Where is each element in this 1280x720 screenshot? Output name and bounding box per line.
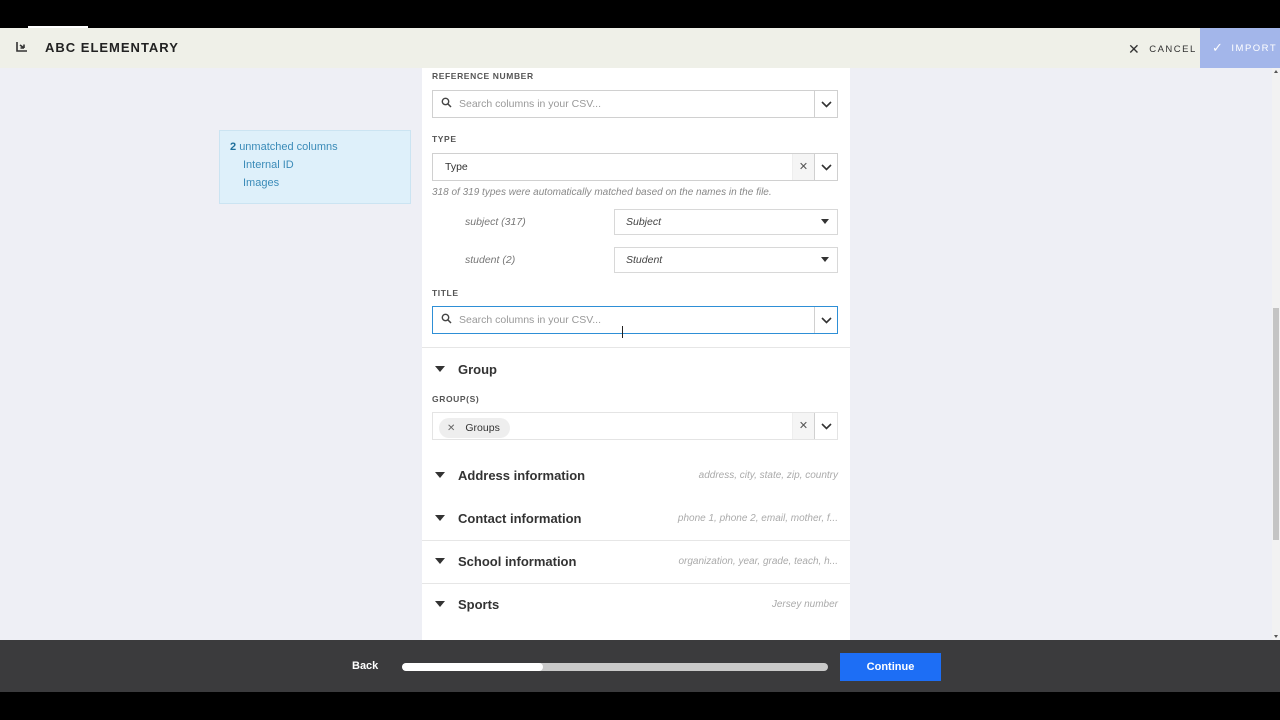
section-title: Sports (458, 596, 500, 612)
collapse-triangle-icon (435, 601, 445, 607)
groups-select[interactable]: ✕ Groups ✕ (432, 412, 838, 440)
text-cursor (622, 326, 623, 338)
divider (422, 347, 850, 348)
collapse-triangle-icon (435, 515, 445, 521)
browser-top-bar (0, 0, 1280, 28)
main-area: 2 unmatched columns Internal ID Images R… (0, 68, 1280, 640)
section-hint: address, city, state, zip, country (698, 469, 838, 481)
type-mapping-source: student (2) (465, 254, 516, 266)
school-title: ABC ELEMENTARY (45, 40, 179, 55)
scrollbar-thumb[interactable] (1273, 308, 1279, 540)
group-chip-label: Groups (465, 422, 500, 434)
section-group-toggle[interactable]: Group (432, 358, 838, 380)
section-address-toggle[interactable]: Address information address, city, state… (432, 464, 838, 486)
import-label: IMPORT (1231, 42, 1278, 54)
unmatched-count: 2 (230, 141, 237, 153)
section-hint: Jersey number (771, 598, 838, 610)
reference-number-placeholder: Search columns in your CSV... (459, 98, 602, 110)
reference-number-select[interactable]: Search columns in your CSV... (432, 90, 838, 118)
clear-icon[interactable]: ✕ (792, 154, 814, 180)
cancel-label: CANCEL (1149, 44, 1197, 55)
section-title: School information (458, 553, 577, 569)
section-school-toggle[interactable]: School information organization, year, g… (432, 550, 838, 572)
field-mapping-panel: REFERENCE NUMBER Search columns in your … (422, 68, 850, 640)
check-icon: ✓ (1212, 40, 1225, 55)
type-mapping-target: Subject (626, 216, 662, 228)
divider (422, 583, 850, 584)
chevron-down-icon[interactable] (814, 154, 837, 180)
remove-chip-icon[interactable]: ✕ (447, 423, 455, 434)
import-button[interactable]: ✓ IMPORT (1200, 28, 1280, 68)
divider (422, 540, 850, 541)
caret-down-icon (821, 257, 829, 262)
page-scrollbar[interactable] (1272, 68, 1280, 640)
reference-number-label: REFERENCE NUMBER (432, 71, 534, 81)
section-hint: phone 1, phone 2, email, mother, f... (677, 512, 838, 524)
collapse-triangle-icon (435, 472, 445, 478)
progress-fill (402, 663, 543, 671)
unmatched-columns-panel: 2 unmatched columns Internal ID Images (219, 130, 411, 204)
collapse-triangle-icon (435, 558, 445, 564)
search-icon (433, 97, 459, 111)
chevron-down-icon[interactable] (814, 307, 837, 333)
title-select[interactable]: Search columns in your CSV... (432, 306, 838, 334)
type-select[interactable]: Type ✕ (432, 153, 838, 181)
close-icon: ✕ (1128, 41, 1142, 57)
chevron-down-icon[interactable] (814, 91, 837, 117)
type-label: TYPE (432, 134, 457, 144)
bottom-bar (0, 692, 1280, 720)
section-title: Contact information (458, 510, 582, 526)
unmatched-column: Internal ID (243, 159, 294, 171)
section-title: Group (458, 361, 497, 377)
import-header: ABC ELEMENTARY ✕ CANCEL ✓ IMPORT (0, 28, 1280, 68)
section-hint: organization, year, grade, teach, h... (678, 555, 838, 567)
section-contact-toggle[interactable]: Contact information phone 1, phone 2, em… (432, 507, 838, 529)
unmatched-column: Images (243, 177, 280, 189)
type-match-note: 318 of 319 types were automatically matc… (432, 187, 772, 198)
unmatched-label: unmatched columns (239, 141, 338, 153)
type-mapping-select[interactable]: Student (614, 247, 838, 273)
type-mapping-select[interactable]: Subject (614, 209, 838, 235)
search-icon (433, 313, 459, 327)
type-mapping-source: subject (317) (465, 216, 526, 228)
progress-bar (402, 663, 828, 671)
cancel-button[interactable]: ✕ CANCEL (1128, 41, 1197, 58)
section-sports-toggle[interactable]: Sports Jersey number (432, 593, 838, 615)
group-chip: ✕ Groups (439, 418, 510, 438)
back-button[interactable]: Back (352, 660, 378, 672)
chevron-down-icon[interactable] (814, 413, 837, 439)
continue-button[interactable]: Continue (840, 653, 941, 681)
unmatched-heading: 2 unmatched columns (230, 141, 400, 153)
collapse-triangle-icon (435, 366, 445, 372)
section-title: Address information (458, 467, 586, 483)
type-mapping-target: Student (626, 254, 663, 266)
scroll-up-icon[interactable] (1274, 70, 1278, 73)
type-value: Type (445, 161, 468, 173)
caret-down-icon (821, 219, 829, 224)
groups-label: GROUP(S) (432, 394, 480, 404)
scroll-down-icon[interactable] (1274, 635, 1278, 638)
exit-import-icon[interactable] (14, 39, 30, 55)
title-placeholder: Search columns in your CSV... (459, 314, 602, 326)
title-label: TITLE (432, 288, 459, 298)
wizard-footer: Back Continue (0, 640, 1280, 692)
clear-icon[interactable]: ✕ (792, 413, 814, 439)
